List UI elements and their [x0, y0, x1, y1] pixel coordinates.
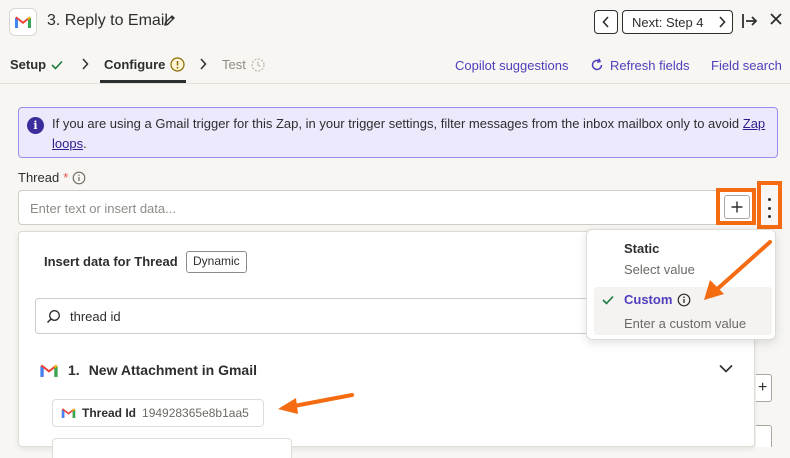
- thread-field-label: Thread *: [18, 170, 86, 185]
- tab-test[interactable]: Test: [222, 57, 265, 72]
- step-header-bar: 3. Reply to Email Next: Step 4: [0, 0, 790, 44]
- chevron-down-icon[interactable]: [719, 364, 733, 373]
- check-icon: [602, 295, 614, 305]
- tab-test-label: Test: [222, 57, 246, 72]
- chevron-right-icon: [719, 16, 726, 28]
- chevron-left-icon: [602, 16, 609, 28]
- pill-field-value: 194928365e8b1aa5: [142, 406, 249, 420]
- step-source-header[interactable]: 1. New Attachment in Gmail: [39, 362, 257, 378]
- info-alert: i If you are using a Gmail trigger for t…: [18, 107, 778, 158]
- previous-step-button[interactable]: [594, 10, 618, 34]
- insert-data-button-secondary[interactable]: +: [756, 374, 772, 402]
- refresh-fields-link[interactable]: Refresh fields: [610, 58, 689, 73]
- pending-icon: [251, 57, 265, 72]
- highlight-box-kebab: [757, 181, 782, 229]
- annotation-arrow-icon: [278, 393, 354, 414]
- gmail-icon: [40, 364, 58, 377]
- option-static-subtitle: Select value: [624, 262, 695, 277]
- tab-setup-label: Setup: [10, 57, 47, 72]
- option-static-title: Static: [624, 241, 660, 256]
- active-tab-indicator: [100, 80, 186, 83]
- info-text: If you are using a Gmail trigger for thi…: [52, 116, 743, 131]
- tab-configure-label: Configure: [104, 57, 166, 72]
- copilot-suggestions-link[interactable]: Copilot suggestions: [455, 58, 568, 73]
- annotation-arrow-icon: [704, 240, 772, 300]
- close-icon[interactable]: [769, 12, 783, 31]
- gmail-icon: [9, 8, 37, 36]
- zap-loops-link-part1[interactable]: Zap: [743, 116, 765, 131]
- step-number: 1.: [68, 362, 80, 378]
- gmail-icon: [61, 408, 76, 418]
- zap-loops-link-part2[interactable]: loops: [52, 136, 83, 151]
- thread-input[interactable]: Enter text or insert data...: [18, 190, 753, 225]
- search-icon: [46, 310, 60, 324]
- edit-pencil-icon[interactable]: [163, 14, 176, 32]
- tab-setup[interactable]: Setup: [10, 57, 63, 72]
- option-custom-title-row: Custom: [624, 292, 691, 307]
- step-tabs: Setup Configure Test Copilot suggestions…: [0, 44, 790, 84]
- dropdown-option-static[interactable]: Static Select value: [624, 241, 695, 277]
- next-data-pill[interactable]: [52, 438, 292, 458]
- step-name: New Attachment in Gmail: [88, 362, 257, 378]
- search-value: thread id: [70, 309, 121, 324]
- next-step-button[interactable]: Next: Step 4: [622, 10, 733, 34]
- field-search-link[interactable]: Field search: [711, 58, 782, 73]
- step-title: 3. Reply to Email: [47, 12, 168, 29]
- thread-label-text: Thread: [18, 170, 60, 185]
- thread-id-data-pill[interactable]: Thread Id 194928365e8b1aa5: [52, 399, 264, 427]
- required-marker: *: [63, 170, 69, 185]
- panel-title: Insert data for Thread: [44, 254, 178, 269]
- info-icon: i: [27, 117, 44, 134]
- refresh-icon[interactable]: [590, 58, 604, 72]
- pill-field-name: Thread Id: [82, 406, 137, 420]
- data-search-input[interactable]: thread id: [35, 298, 615, 334]
- highlight-box-plus: [716, 188, 756, 225]
- option-custom-subtitle: Enter a custom value: [624, 316, 747, 331]
- next-step-label: Next: Step 4: [632, 14, 704, 30]
- check-icon: [51, 60, 63, 70]
- dynamic-badge: Dynamic: [186, 251, 247, 273]
- field-stub: [756, 425, 772, 447]
- chevron-right-icon: [82, 58, 89, 70]
- warning-icon: [170, 57, 185, 72]
- expand-panel-icon[interactable]: [741, 12, 759, 35]
- tab-configure[interactable]: Configure: [104, 57, 185, 72]
- option-custom-title: Custom: [624, 292, 673, 307]
- chevron-right-icon: [200, 58, 207, 70]
- info-circle-icon[interactable]: [72, 171, 86, 185]
- info-text-end: .: [83, 136, 87, 151]
